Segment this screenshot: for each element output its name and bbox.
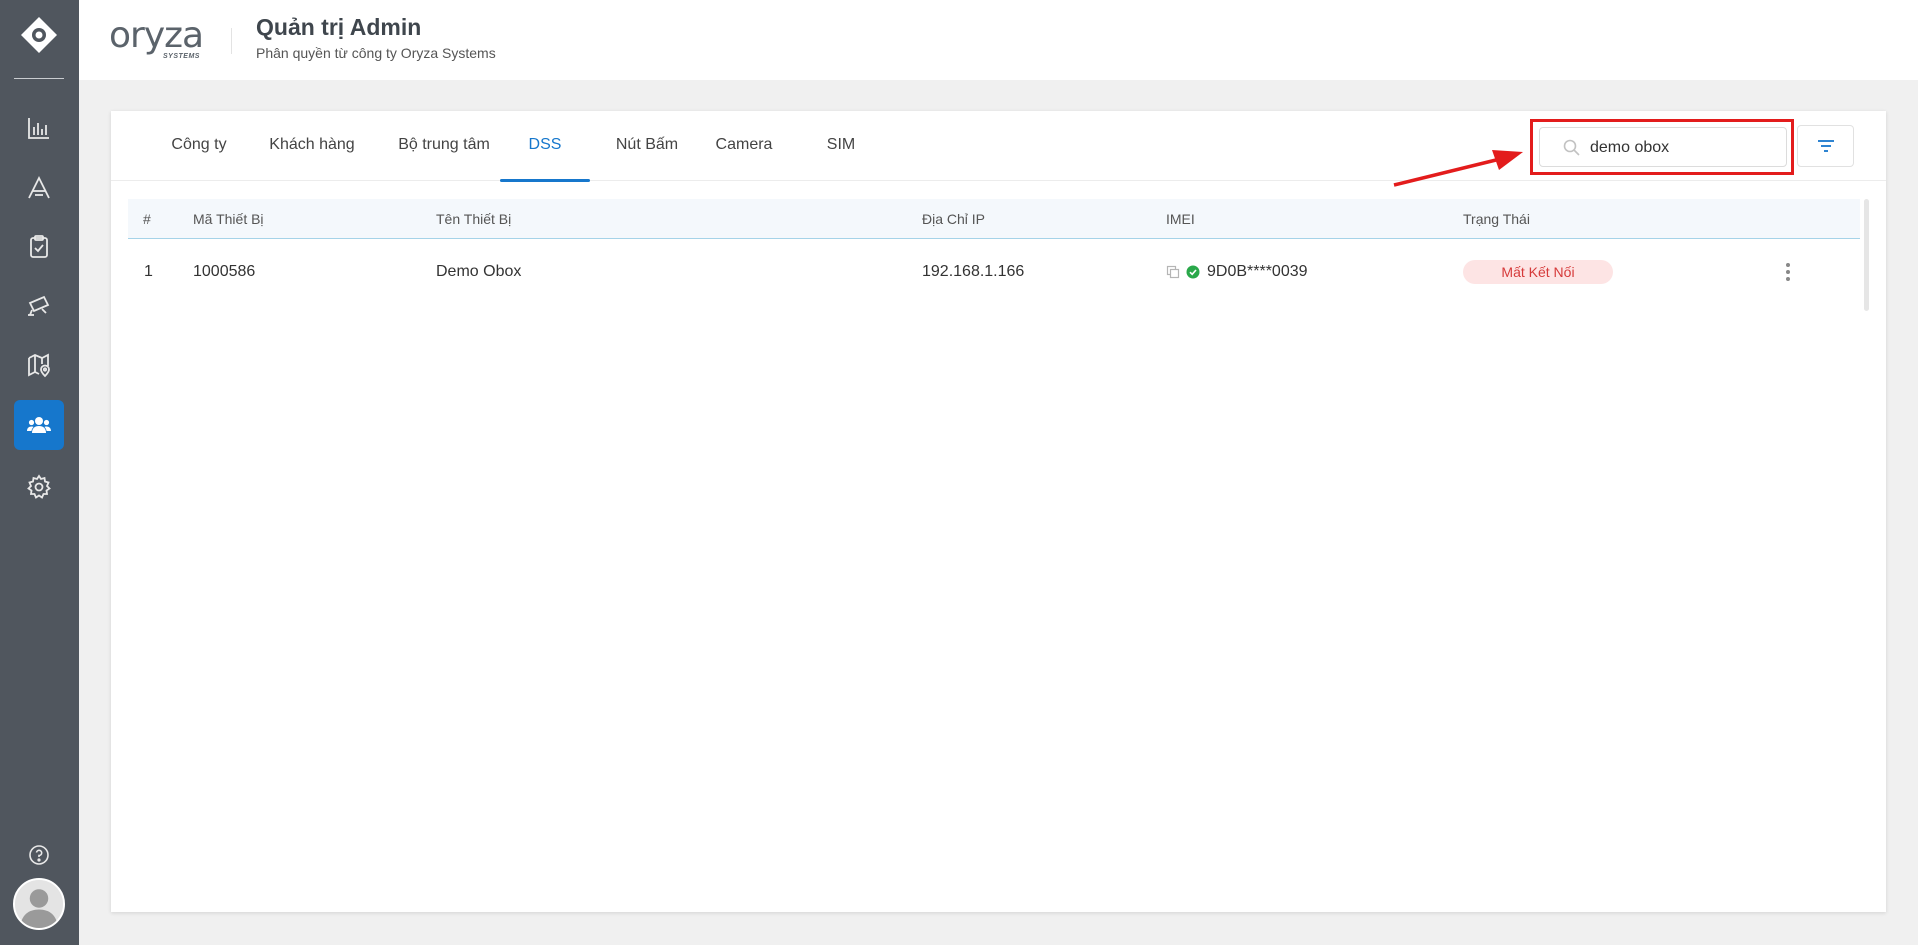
brand-logo[interactable]: oryza SYSTEMS	[109, 15, 219, 61]
font-a-icon	[28, 175, 50, 199]
page-header: oryza SYSTEMS Quản trị Admin Phân quyền …	[79, 0, 1918, 80]
oryza-logo-icon[interactable]	[19, 15, 59, 55]
more-dots-icon	[1786, 263, 1790, 267]
row-index: 1	[144, 263, 153, 280]
sidebar-item-settings[interactable]	[14, 462, 64, 512]
avatar[interactable]	[13, 878, 65, 930]
map-pin-icon	[28, 353, 50, 378]
brand-subtitle: SYSTEMS	[163, 53, 200, 60]
col-index: #	[143, 211, 151, 227]
annotation-highlight-box	[1530, 119, 1794, 175]
status-badge: Mất Kết Nối	[1463, 260, 1613, 284]
sidebar	[0, 0, 79, 945]
user-avatar-icon	[15, 880, 63, 928]
main-card: Công ty Khách hàng Bộ trung tâm DSS Nút …	[111, 111, 1886, 912]
copy-icon[interactable]	[1166, 265, 1180, 279]
row-imei-value: 9D0B****0039	[1207, 263, 1308, 280]
page-title: Quản trị Admin	[256, 14, 422, 40]
clipboard-check-icon	[30, 235, 48, 258]
users-group-icon	[27, 417, 51, 433]
page-subtitle: Phân quyền từ công ty Oryza Systems	[256, 45, 496, 61]
sidebar-item-dashboard[interactable]	[14, 103, 64, 153]
sidebar-item-camera[interactable]	[14, 281, 64, 331]
col-device-code: Mã Thiết Bị	[193, 211, 264, 227]
gear-icon	[27, 474, 51, 499]
row-device-name: Demo Obox	[436, 263, 522, 280]
help-button[interactable]	[14, 830, 64, 880]
sidebar-item-tasks[interactable]	[14, 222, 64, 272]
sidebar-divider	[14, 78, 64, 79]
tab-bo-trung-tam[interactable]: Bộ trung tâm	[375, 111, 513, 181]
table-row[interactable]: 1 1000586 Demo Obox 192.168.1.166 9D0B**…	[128, 239, 1860, 305]
row-device-code: 1000586	[193, 263, 256, 280]
col-status: Trạng Thái	[1463, 211, 1530, 227]
filter-button[interactable]	[1797, 125, 1854, 167]
sidebar-item-font[interactable]	[14, 163, 64, 213]
brand-name: oryza	[109, 15, 204, 56]
col-device-name: Tên Thiết Bị	[436, 211, 512, 227]
question-circle-icon	[29, 845, 49, 865]
tab-camera[interactable]: Camera	[699, 111, 789, 181]
tab-cong-ty[interactable]: Công ty	[149, 111, 249, 181]
tab-sim[interactable]: SIM	[801, 111, 881, 181]
table-header: # Mã Thiết Bị Tên Thiết Bị Địa Chỉ IP IM…	[128, 199, 1860, 239]
cctv-camera-icon	[28, 295, 50, 316]
sidebar-item-map[interactable]	[14, 340, 64, 390]
sidebar-item-users[interactable]	[14, 400, 64, 450]
filter-lines-icon	[1817, 140, 1834, 152]
table-scrollbar[interactable]	[1864, 199, 1869, 311]
row-imei: 9D0B****0039	[1166, 263, 1308, 281]
col-imei: IMEI	[1166, 211, 1195, 227]
row-more-button[interactable]	[1778, 257, 1798, 287]
tab-dss[interactable]: DSS	[500, 111, 590, 182]
bar-chart-icon	[28, 118, 49, 139]
tab-khach-hang[interactable]: Khách hàng	[253, 111, 371, 181]
verified-check-icon	[1186, 265, 1200, 279]
row-ip-address: 192.168.1.166	[922, 263, 1025, 280]
tab-nut-bam[interactable]: Nút Bấm	[599, 111, 695, 181]
col-ip-address: Địa Chỉ IP	[922, 211, 986, 227]
header-divider	[231, 28, 232, 54]
